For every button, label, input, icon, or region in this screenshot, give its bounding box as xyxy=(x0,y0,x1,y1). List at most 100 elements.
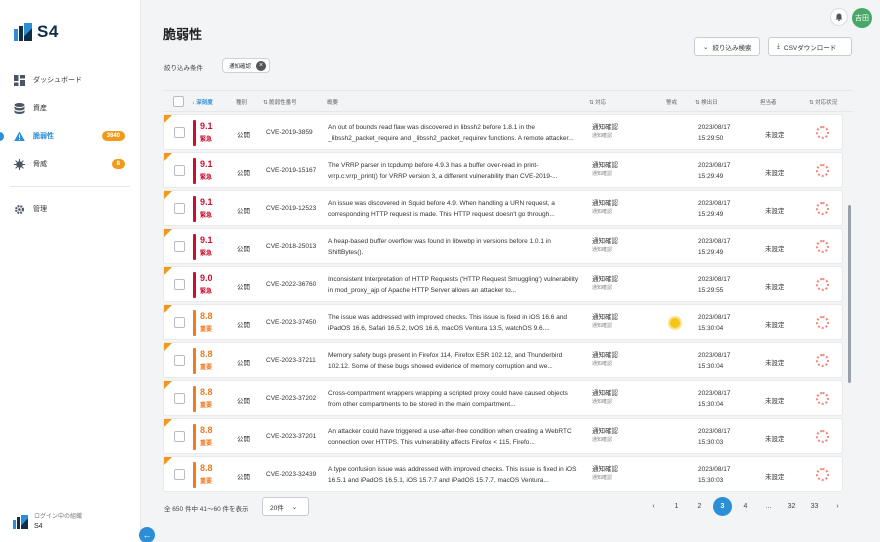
assignee-cell: 未設定 xyxy=(765,284,785,291)
brand-logo[interactable]: S4 xyxy=(14,22,59,42)
assignee-cell: 未設定 xyxy=(765,398,785,405)
filter-search-button[interactable]: ⌄ 絞り込み検索 xyxy=(694,37,761,56)
detected-time: 15:30:04 xyxy=(698,363,724,370)
status-cell: 通知確認 通知確認 xyxy=(592,122,618,140)
assignee-cell: 未設定 xyxy=(765,436,785,443)
prev-page-button[interactable]: ‹ xyxy=(642,497,665,516)
sidebar-item-label: 資産 xyxy=(33,105,47,112)
detected-time: 15:29:49 xyxy=(698,211,724,218)
table-row[interactable]: 8.8 重要 公開 CVE-2023-37211 Memory safety bugs … xyxy=(163,342,843,378)
active-indicator xyxy=(0,131,4,141)
pagination: ‹ 1 2 3 4... 32 33 › xyxy=(642,497,849,516)
cve-id[interactable]: CVE-2023-37202 xyxy=(266,395,316,402)
sidebar-item-threats[interactable]: 脅威 8 xyxy=(0,150,140,178)
result-count: 全 650 件中 41〜60 件を表示 xyxy=(164,506,249,513)
sidebar-item-label: ダッシュボード xyxy=(33,77,82,84)
cve-id[interactable]: CVE-2023-37450 xyxy=(266,319,316,326)
select-all-checkbox[interactable] xyxy=(173,96,184,107)
column-header-vuln-id[interactable]: ⇅ 脆弱性番号 xyxy=(263,98,297,106)
column-header-type[interactable]: 種別 xyxy=(236,98,247,106)
type-cell: 公開 xyxy=(237,322,250,329)
page-button[interactable]: 1 xyxy=(665,497,688,516)
page-button[interactable]: 4 xyxy=(734,497,757,516)
notification-button[interactable] xyxy=(830,8,848,26)
row-checkbox[interactable] xyxy=(174,279,185,290)
scrollbar-thumb[interactable] xyxy=(848,205,851,383)
filter-search-label: 絞り込み検索 xyxy=(712,44,752,52)
cve-id[interactable]: CVE-2023-32439 xyxy=(266,471,316,478)
cve-id[interactable]: CVE-2019-3859 xyxy=(266,129,313,136)
cve-id[interactable]: CVE-2023-37201 xyxy=(266,433,316,440)
row-checkbox[interactable] xyxy=(174,393,185,404)
status-sub: 通知確認 xyxy=(592,171,613,177)
page-button[interactable]: 2 xyxy=(688,497,711,516)
status-sub: 通知確認 xyxy=(592,133,613,139)
row-checkbox[interactable] xyxy=(174,355,185,366)
table-row[interactable]: 8.8 重要 公開 CVE-2023-37202 Cross-compartment w… xyxy=(163,380,843,416)
filter-chip-label: 通知確認 xyxy=(229,63,252,70)
summary-cell: Inconsistent Interpretation of HTTP Requ… xyxy=(328,276,579,294)
top-actions: 吉田 xyxy=(830,8,872,28)
cve-id[interactable]: CVE-2019-12523 xyxy=(266,205,316,212)
page-button[interactable]: 3 xyxy=(711,497,734,516)
table-row[interactable]: 9.0 緊急 公開 CVE-2022-36760 Inconsistent Interp… xyxy=(163,266,843,302)
cve-id[interactable]: CVE-2019-15167 xyxy=(266,167,316,174)
row-checkbox[interactable] xyxy=(174,165,185,176)
row-checkbox[interactable] xyxy=(174,469,185,480)
table-row[interactable]: 9.1 緊急 公開 CVE-2018-25013 A heap-based buffer… xyxy=(163,228,843,264)
page-button[interactable]: 32 xyxy=(780,497,803,516)
status-value: 通知確認 xyxy=(592,314,618,321)
avatar[interactable]: 吉田 xyxy=(852,8,872,28)
column-header-severity[interactable]: ↓ 深刻度 xyxy=(192,98,213,106)
csv-download-button[interactable]: ⤓ CSVダウンロード xyxy=(768,37,852,56)
severity-bar xyxy=(193,158,196,184)
detected-date: 2023/08/17 xyxy=(698,276,731,283)
sidebar-item-admin[interactable]: 管理 xyxy=(0,195,140,223)
table-row[interactable]: 8.8 重要 公開 CVE-2023-32439 A type confusion is… xyxy=(163,456,843,492)
detected-date: 2023/08/17 xyxy=(698,352,731,359)
arrow-left-icon: ← xyxy=(142,530,152,540)
page-button[interactable]: 33 xyxy=(803,497,826,516)
row-checkbox[interactable] xyxy=(174,203,185,214)
filter-chip[interactable]: 通知確認 × xyxy=(222,58,271,73)
type-cell: 公開 xyxy=(237,284,250,291)
table-row[interactable]: 9.1 緊急 公開 CVE-2019-12523 An issue was discov… xyxy=(163,190,843,226)
sidebar-item-vulnerabilities[interactable]: 脆弱性 3840 xyxy=(0,122,140,150)
current-organization[interactable]: ログイン中の組織 S4 xyxy=(13,512,82,532)
column-header-status[interactable]: ⇅ 対応 xyxy=(589,98,606,106)
row-checkbox[interactable] xyxy=(174,241,185,252)
status-sub: 通知確認 xyxy=(592,323,613,329)
sidebar-item-assets[interactable]: 資産 xyxy=(0,94,140,122)
sidebar-item-label: 管理 xyxy=(33,206,47,213)
table-row[interactable]: 9.1 緊急 公開 CVE-2019-3859 An out of bounds rea… xyxy=(163,114,843,150)
column-header-summary: 概要 xyxy=(327,100,339,106)
row-checkbox[interactable] xyxy=(174,317,185,328)
summary-cell: The VRRP parser in tcpdump before 4.9.3 … xyxy=(328,162,558,180)
collapse-sidebar-button[interactable]: ← xyxy=(139,527,155,542)
column-header-detected[interactable]: ⇅ 検出日 xyxy=(695,98,718,106)
new-marker xyxy=(164,191,172,199)
new-marker xyxy=(164,267,172,275)
summary-cell: An attacker could have triggered a use-a… xyxy=(328,428,572,446)
per-page-value: 20件 xyxy=(270,504,284,512)
column-header-importance[interactable]: 警戒 xyxy=(666,98,677,106)
table-row[interactable]: 8.8 重要 公開 CVE-2023-37201 An attacker could h… xyxy=(163,418,843,454)
cve-id[interactable]: CVE-2022-36760 xyxy=(266,281,316,288)
row-checkbox[interactable] xyxy=(174,431,185,442)
summary-cell: An out of bounds read flaw was discovere… xyxy=(328,124,574,142)
column-header-progress[interactable]: ⇅ 対応状況 xyxy=(809,98,837,106)
table-row[interactable]: 9.1 緊急 公開 CVE-2019-15167 The VRRP parser in … xyxy=(163,152,843,188)
status-sub: 通知確認 xyxy=(592,285,613,291)
status-value: 通知確認 xyxy=(592,276,618,283)
per-page-select[interactable]: 20件 ⌄ xyxy=(262,497,309,516)
sidebar-item-dashboard[interactable]: ダッシュボード xyxy=(0,66,140,94)
next-page-button[interactable]: › xyxy=(826,497,849,516)
row-checkbox[interactable] xyxy=(174,127,185,138)
table-row[interactable]: 8.8 重要 公開 CVE-2023-37450 The issue was addre… xyxy=(163,304,843,340)
cve-id[interactable]: CVE-2023-37211 xyxy=(266,357,316,364)
severity-label: 重要 xyxy=(200,441,213,447)
cve-id[interactable]: CVE-2018-25013 xyxy=(266,243,316,250)
close-icon[interactable]: × xyxy=(256,60,267,71)
page-title: 脆弱性 xyxy=(163,27,203,42)
column-header-assignee[interactable]: 担当者 xyxy=(760,98,777,106)
